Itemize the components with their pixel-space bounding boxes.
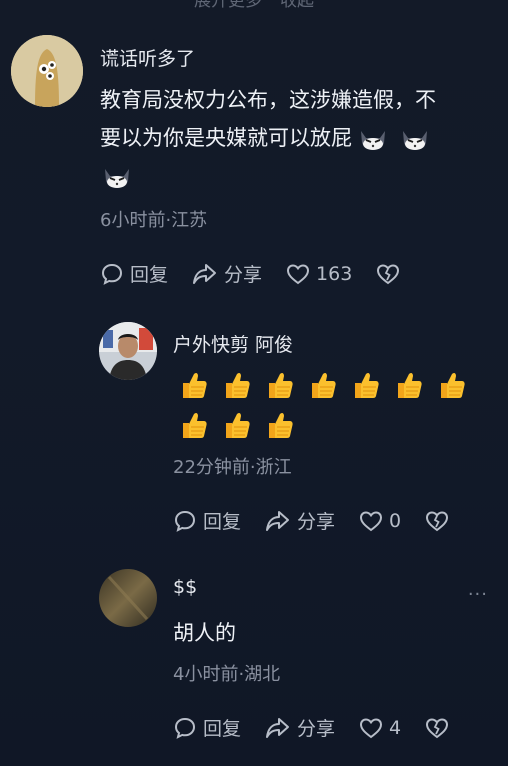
commenter-name[interactable]: 户外快剪 阿俊 — [173, 330, 293, 357]
avatar[interactable] — [99, 322, 157, 380]
share-label: 分享 — [297, 718, 336, 740]
avatar[interactable] — [11, 35, 83, 107]
cat-emoji-icon — [105, 169, 129, 188]
broken-heart-icon — [377, 263, 400, 284]
like-count: 4 — [389, 716, 402, 739]
reply-label: 回复 — [203, 718, 242, 740]
like-button[interactable]: 0 — [359, 510, 401, 532]
thumbs-up-icon — [398, 372, 422, 398]
share-icon — [193, 263, 217, 284]
comment-actions: 回复 分享 0 — [173, 507, 473, 534]
top-partial-bar: 展开更多 收起 — [0, 0, 508, 11]
reply-button[interactable]: 回复 — [173, 714, 241, 741]
avatar-image — [99, 322, 157, 380]
like-button[interactable]: 163 — [286, 263, 352, 285]
thumbs-up-icon — [183, 412, 207, 438]
share-label: 分享 — [297, 511, 336, 533]
avatar[interactable] — [99, 569, 157, 627]
thumbs-up-icon — [355, 372, 379, 398]
share-icon — [266, 510, 290, 531]
heart-icon — [360, 717, 383, 738]
reply-button[interactable]: 回复 — [100, 260, 168, 287]
commenter-name[interactable]: $$ — [173, 576, 197, 598]
expand-more-link[interactable]: 展开更多 — [194, 0, 262, 11]
reply-icon — [101, 263, 123, 285]
heart-icon — [287, 263, 310, 284]
comment-text-line: 教育局没权力公布，这涉嫌造假，不 — [100, 88, 436, 112]
like-button[interactable]: 4 — [359, 717, 401, 739]
dislike-button[interactable] — [425, 717, 449, 739]
comment-text-line — [100, 157, 490, 195]
comment-text: 胡人的 — [173, 621, 236, 645]
thumbs-up-icon — [269, 412, 293, 438]
thumbs-row — [180, 410, 309, 440]
reply-label: 回复 — [203, 511, 242, 533]
broken-heart-icon — [426, 717, 449, 738]
more-options-button[interactable]: ··· — [468, 584, 488, 605]
share-icon — [266, 717, 290, 738]
comment-actions: 回复 分享 163 — [100, 260, 424, 287]
reply-button[interactable]: 回复 — [173, 507, 241, 534]
dislike-button[interactable] — [425, 510, 449, 532]
thumbs-row — [180, 370, 481, 400]
reply-icon — [174, 717, 196, 739]
thumbs-up-icon — [226, 412, 250, 438]
thumbs-up-icon — [269, 372, 293, 398]
share-button[interactable]: 分享 — [192, 260, 262, 287]
heart-icon — [360, 510, 383, 531]
collapse-link[interactable]: 收起 — [280, 0, 314, 11]
avatar-image — [99, 569, 157, 627]
share-label: 分享 — [224, 264, 263, 286]
thumbs-up-icon — [441, 372, 465, 398]
share-button[interactable]: 分享 — [265, 714, 335, 741]
comment-text-segment: 要以为你是央媒就可以放屁 — [100, 126, 352, 150]
dislike-button[interactable] — [376, 263, 400, 285]
comment-meta: 6小时前·江苏 — [100, 210, 208, 231]
comment-meta: 22分钟前·浙江 — [173, 457, 292, 478]
avatar-image — [11, 35, 83, 107]
thumbs-up-icon — [183, 372, 207, 398]
like-count: 0 — [389, 509, 402, 532]
thumbs-up-icon — [312, 372, 336, 398]
cat-emoji-icon — [403, 131, 427, 150]
comment-screen: 展开更多 收起 谎话听多了 教育局没权力公布，这涉嫌造假，不 要以为你是央媒就可… — [0, 0, 508, 766]
comment-meta: 4小时前·湖北 — [173, 664, 281, 685]
reply-label: 回复 — [130, 264, 169, 286]
commenter-name[interactable]: 谎话听多了 — [100, 44, 195, 71]
comment-text-line: 要以为你是央媒就可以放屁 — [100, 119, 490, 157]
reply-icon — [174, 510, 196, 532]
comment-text: 教育局没权力公布，这涉嫌造假，不 要以为你是央媒就可以放屁 — [100, 81, 490, 195]
cat-emoji-icon — [361, 131, 385, 150]
comment-actions: 回复 分享 4 — [173, 714, 473, 741]
broken-heart-icon — [426, 510, 449, 531]
like-count: 163 — [316, 262, 353, 285]
thumbs-up-icon — [226, 372, 250, 398]
share-button[interactable]: 分享 — [265, 507, 335, 534]
